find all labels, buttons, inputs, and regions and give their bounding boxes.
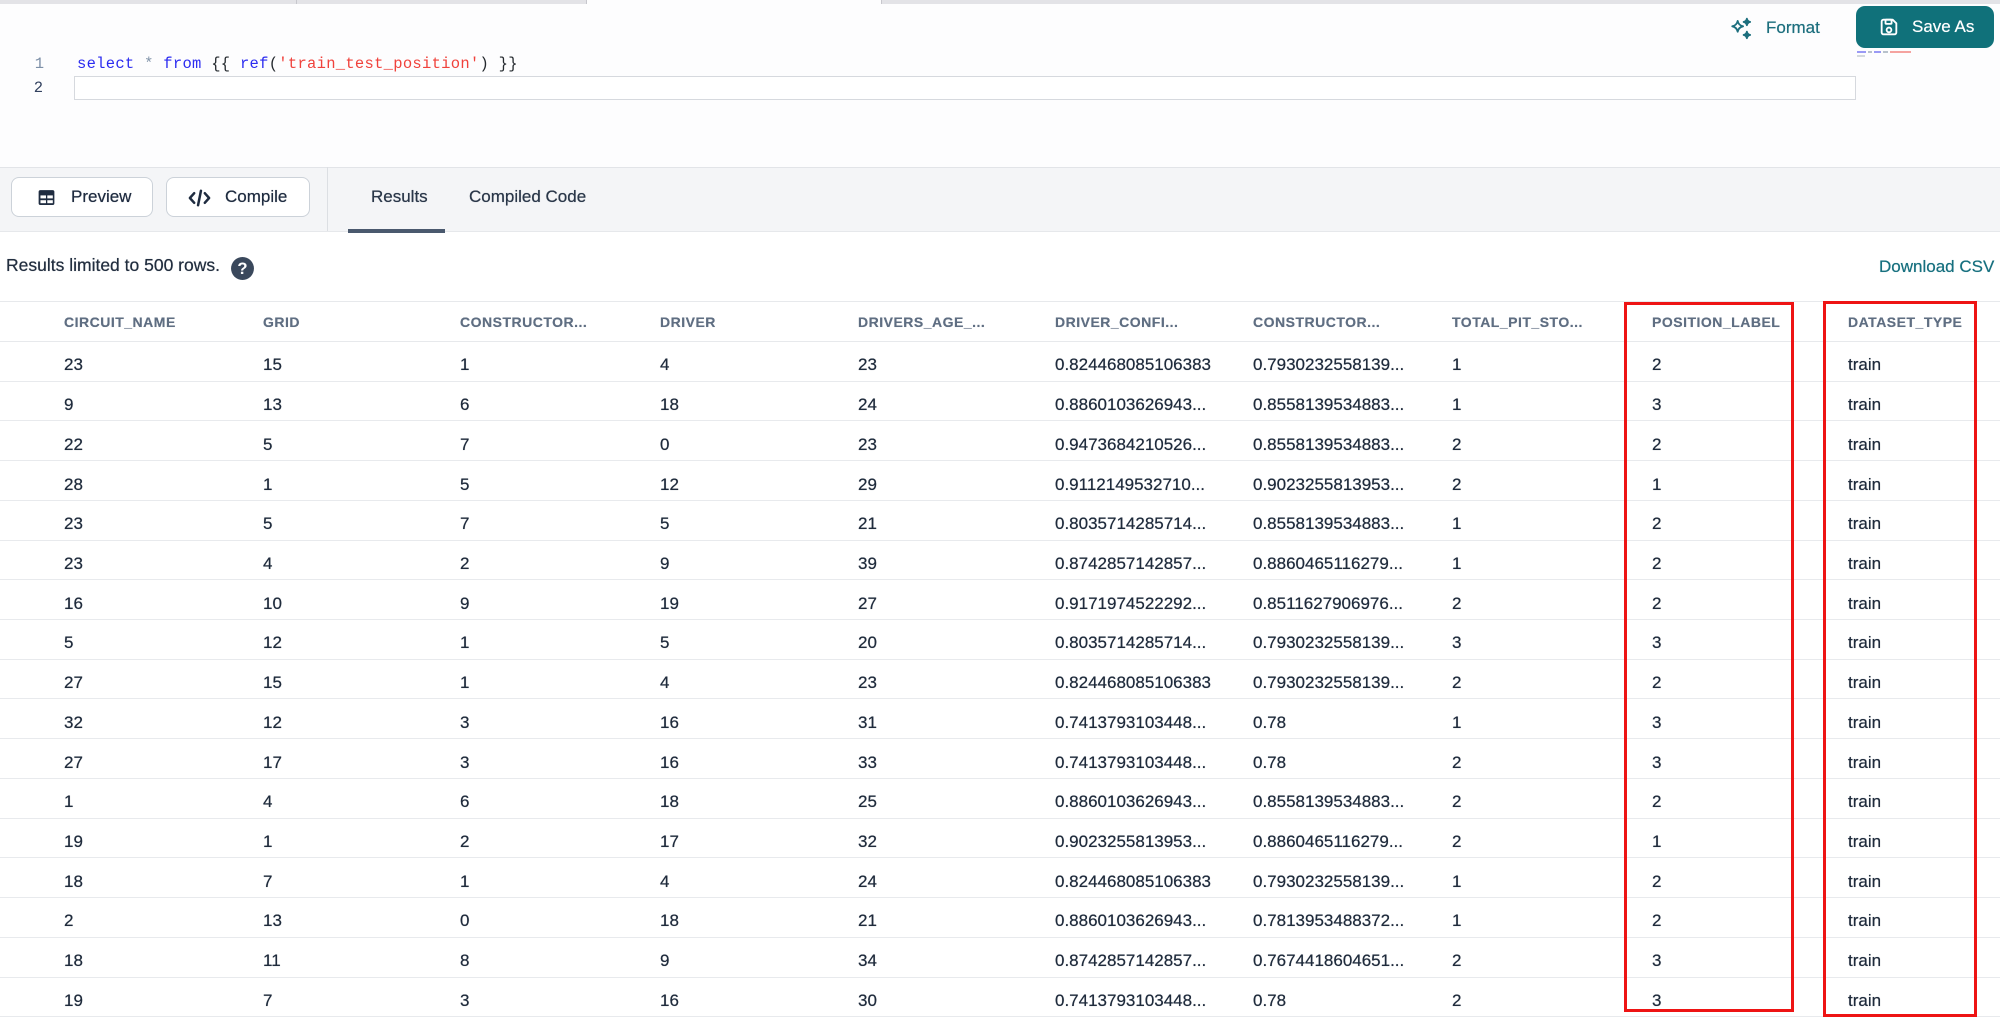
svg-text:?: ? [237, 259, 247, 278]
